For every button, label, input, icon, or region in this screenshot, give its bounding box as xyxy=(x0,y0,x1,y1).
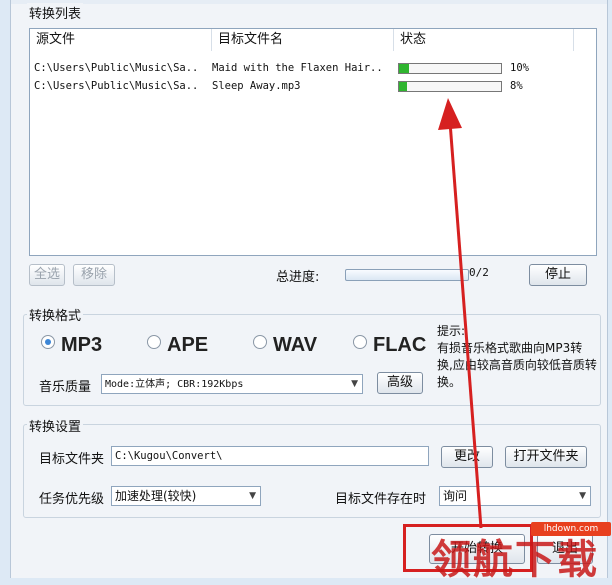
annotation-arrow xyxy=(438,98,483,529)
